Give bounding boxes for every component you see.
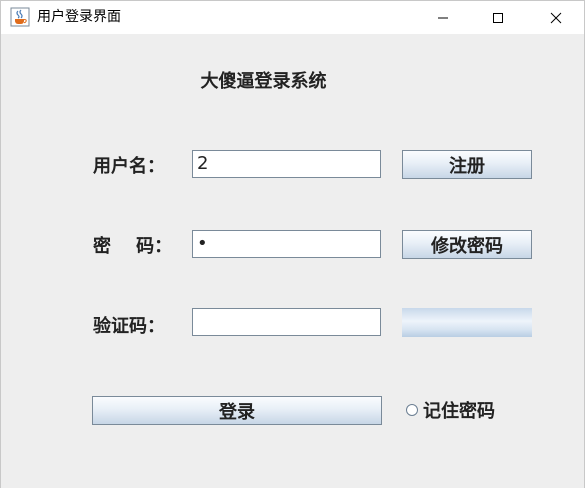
page-title-text: 大傻逼登录系统: [200, 71, 327, 92]
maximize-button[interactable]: [475, 1, 521, 34]
login-button[interactable]: 登录: [92, 396, 382, 425]
minimize-icon: [438, 17, 448, 18]
minimize-button[interactable]: [420, 1, 466, 34]
page-title: 大傻逼登录系统: [1, 67, 584, 93]
captcha-label: 验证码：: [93, 316, 165, 337]
password-input[interactable]: •: [192, 230, 381, 258]
password-label: 密 码：: [93, 236, 173, 257]
remember-radio-icon[interactable]: [406, 404, 418, 416]
captcha-input[interactable]: [192, 308, 381, 336]
window-title: 用户登录界面: [37, 9, 121, 25]
title-bar: 用户登录界面: [1, 1, 584, 34]
remember-password-label: 记住密码: [423, 401, 495, 422]
username-label: 用户名：: [93, 156, 165, 177]
form-panel: 大傻逼登录系统 用户名： 2 注册 密 码： • 修改密码 验证码： 登录 记住…: [1, 34, 584, 488]
captcha-image[interactable]: [402, 308, 532, 337]
remember-password-option[interactable]: 记住密码: [406, 397, 495, 423]
close-icon: [550, 12, 562, 23]
java-cup-icon: [10, 7, 30, 27]
username-input[interactable]: 2: [192, 150, 381, 178]
maximize-icon: [493, 12, 503, 23]
register-button[interactable]: 注册: [402, 150, 532, 179]
login-window: 用户登录界面 大傻逼登录系统 用户名： 2 注册 密 码： • 修改密码 验证码…: [0, 0, 585, 488]
change-password-button[interactable]: 修改密码: [402, 230, 532, 259]
close-button[interactable]: [533, 1, 579, 34]
